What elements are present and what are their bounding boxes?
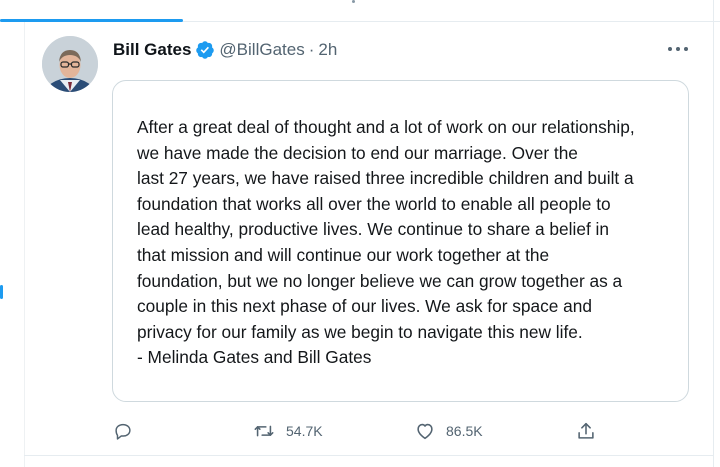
statement-line: last 27 years, we have raised three incr… <box>137 168 634 189</box>
left-edge <box>0 0 8 467</box>
author-name[interactable]: Bill Gates <box>113 40 191 60</box>
statement-line: we have made the decision to end our mar… <box>137 142 578 163</box>
reply-icon <box>112 420 134 442</box>
more-dot <box>684 47 688 51</box>
author-handle[interactable]: @BillGates <box>219 40 304 60</box>
tweet-actions: 54.7K 86.5K <box>112 418 689 444</box>
active-tab-indicator <box>0 19 183 22</box>
more-dot <box>668 47 672 51</box>
share-icon <box>575 420 597 442</box>
more-dot <box>676 47 680 51</box>
separator-dot <box>352 0 355 3</box>
tweet-timestamp[interactable]: 2h <box>318 40 337 60</box>
statement-line: foundation, but we no longer believe we … <box>137 270 623 291</box>
statement-signature: - Melinda Gates and Bill Gates <box>137 347 372 367</box>
like-button[interactable]: 86.5K <box>414 418 483 444</box>
scroll-accent <box>0 285 3 299</box>
timeline-left-border <box>24 22 25 467</box>
top-tab-bar <box>0 0 720 22</box>
retweet-count: 54.7K <box>286 423 323 439</box>
statement-text: After a great deal of thought and a lot … <box>137 115 677 345</box>
statement-line: lead healthy, productive lives. We conti… <box>137 219 609 240</box>
tweet-header: Bill Gates @BillGates · 2h <box>113 38 337 62</box>
verified-badge-icon <box>195 40 215 60</box>
statement-line: privacy for our family as we begin to na… <box>137 321 583 342</box>
heart-icon <box>414 420 436 442</box>
like-count: 86.5K <box>446 423 483 439</box>
statement-image[interactable]: After a great deal of thought and a lot … <box>112 80 689 402</box>
tweet-bottom-divider <box>24 455 714 456</box>
retweet-icon <box>252 420 276 442</box>
avatar[interactable] <box>42 36 98 92</box>
profile-photo-icon <box>42 36 98 92</box>
timeline-right-border <box>713 0 714 467</box>
dot-separator: · <box>308 40 315 59</box>
retweet-button[interactable]: 54.7K <box>252 418 323 444</box>
reply-button[interactable] <box>112 418 134 444</box>
more-options-icon[interactable] <box>668 40 688 58</box>
share-button[interactable] <box>575 418 597 444</box>
statement-line: that mission and will continue our work … <box>137 244 550 265</box>
statement-line: After a great deal of thought and a lot … <box>137 117 635 137</box>
statement-line: foundation that works all over the world… <box>137 193 611 214</box>
statement-line: couple in this next phase of our lives. … <box>137 296 593 317</box>
